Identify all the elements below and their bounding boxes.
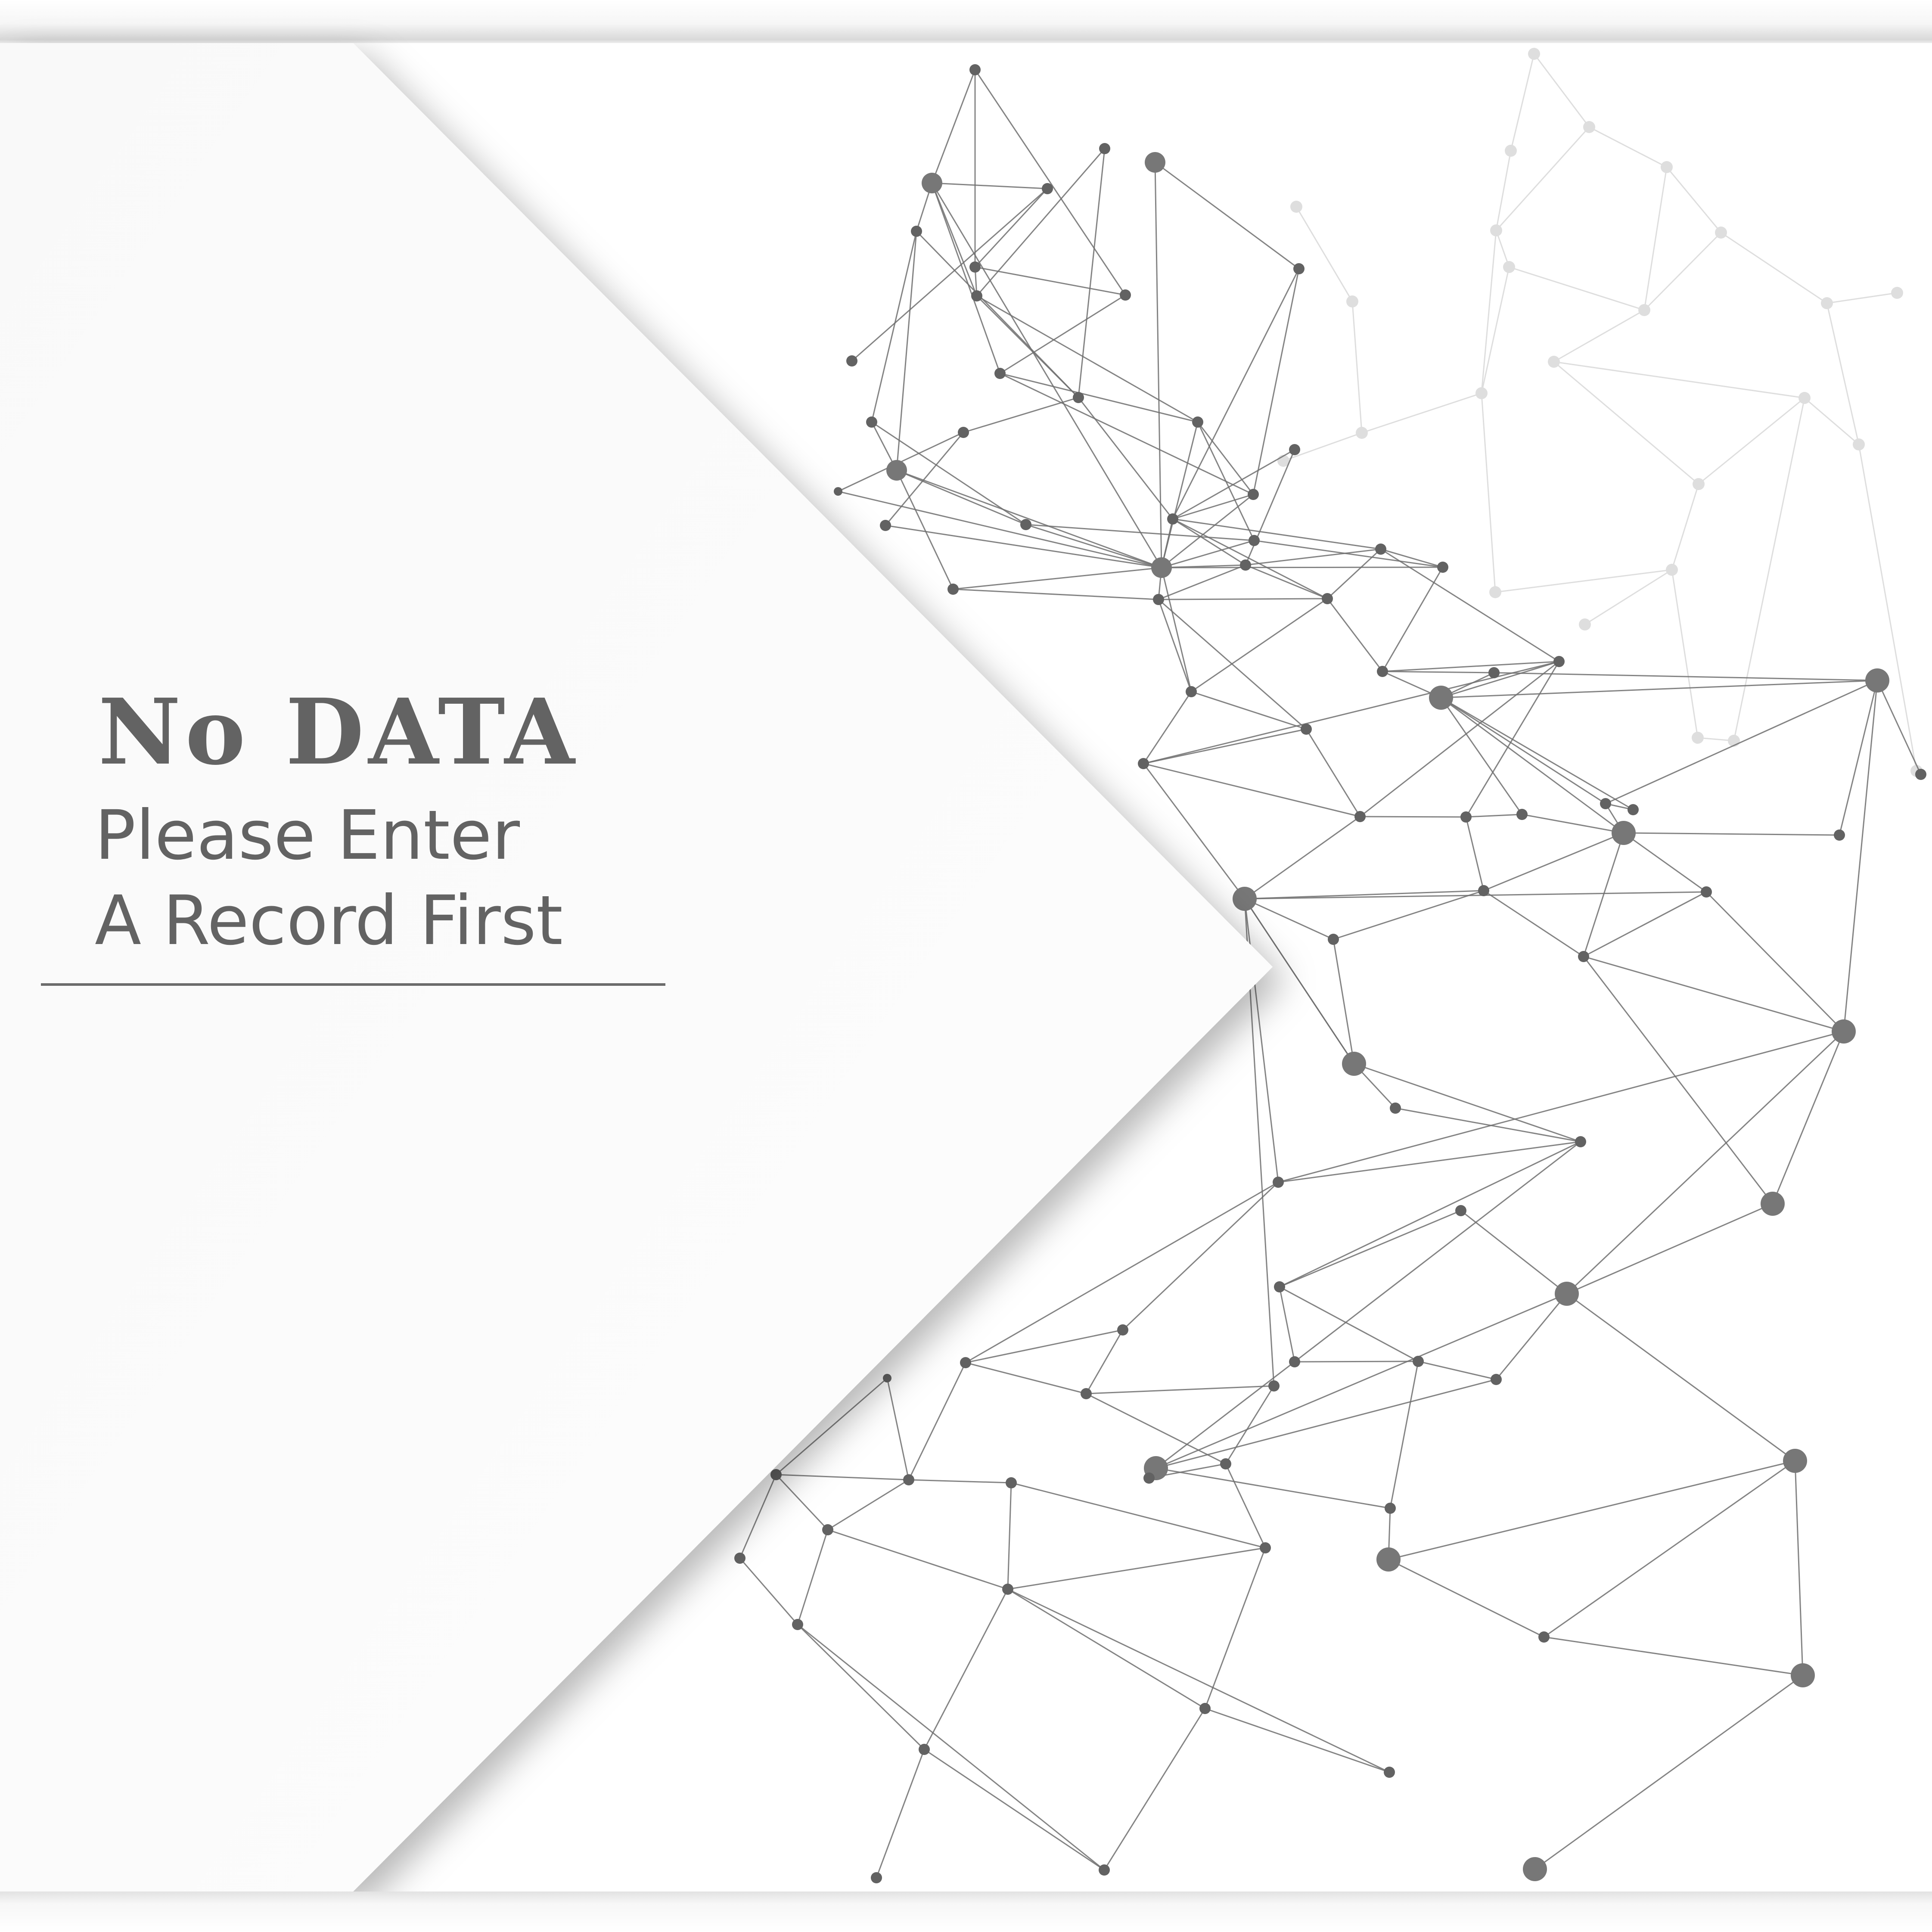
empty-state-line-2: A Record First xyxy=(95,881,563,960)
arrow-panel xyxy=(0,43,1273,1892)
empty-state-canvas: No DATA Please Enter A Record First xyxy=(0,0,1932,1932)
empty-state-title: No DATA xyxy=(98,679,579,785)
bottom-shadow-band xyxy=(0,1892,1932,1932)
divider-line xyxy=(41,983,665,986)
empty-state-line-1: Please Enter xyxy=(95,796,520,875)
